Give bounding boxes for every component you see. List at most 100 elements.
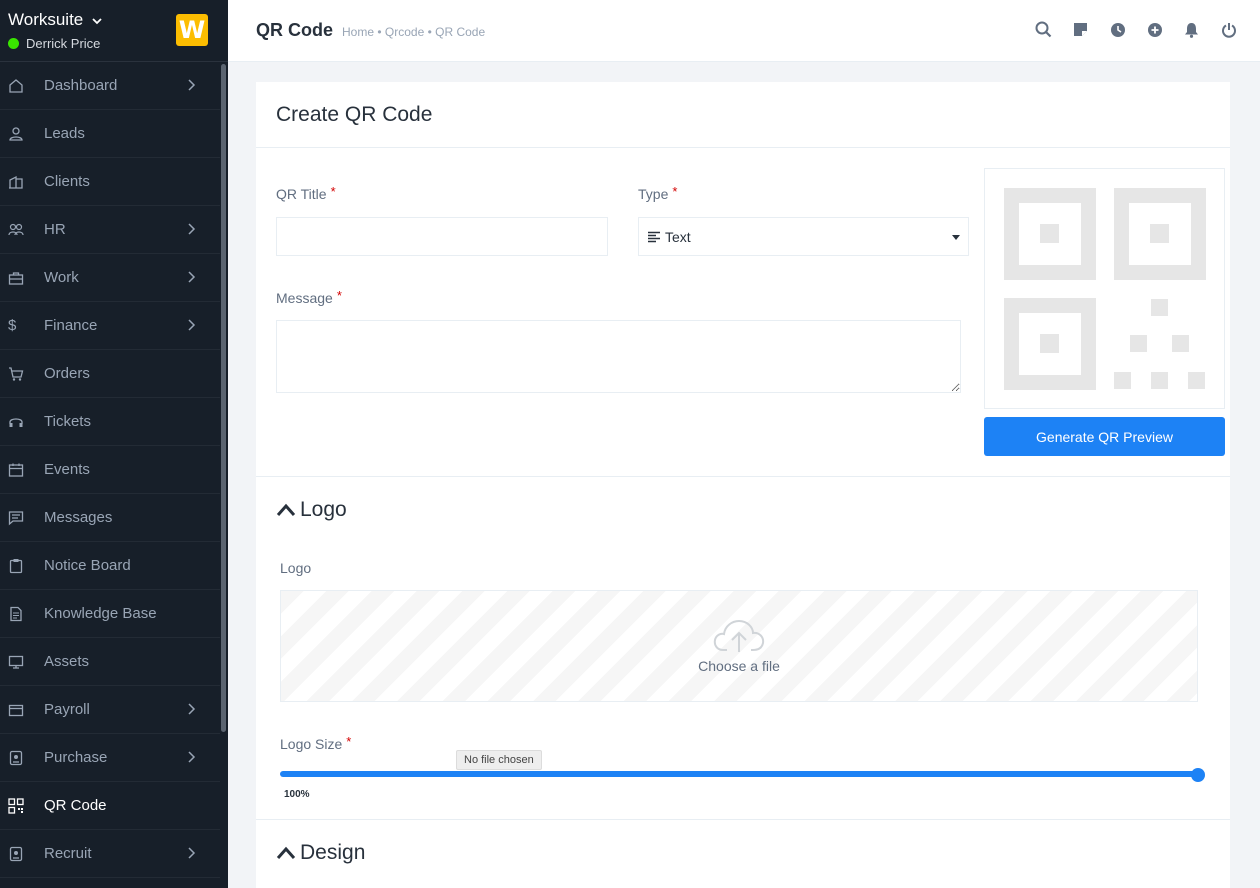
- card-header: Create QR Code: [256, 82, 1230, 148]
- sidebar-item-finance[interactable]: $ Finance: [0, 302, 220, 350]
- sidebar-scrollbar[interactable]: [220, 62, 228, 888]
- file-tooltip: No file chosen: [456, 750, 542, 770]
- sidebar-item-dashboard[interactable]: Dashboard: [0, 62, 220, 110]
- sidebar: Worksuite Derrick Price W Dashboard Lead…: [0, 0, 228, 888]
- wallet-icon: [0, 702, 44, 718]
- online-status-icon: [8, 38, 19, 49]
- chevron-right-icon: [188, 271, 196, 283]
- logo-size-slider[interactable]: [280, 771, 1198, 777]
- chevron-right-icon: [188, 319, 196, 331]
- logo-section-toggle[interactable]: Logo: [256, 476, 1230, 542]
- type-select[interactable]: Text: [638, 217, 969, 256]
- calendar-icon: [0, 462, 44, 478]
- clock-icon[interactable]: [1108, 20, 1127, 39]
- sidebar-item-hr[interactable]: HR: [0, 206, 220, 254]
- sticky-note-icon[interactable]: [1071, 20, 1090, 39]
- generate-qr-preview-button[interactable]: Generate QR Preview: [984, 417, 1225, 456]
- message-label: Message *: [276, 288, 342, 306]
- user-icon: [0, 126, 44, 142]
- sidebar-item-leads[interactable]: Leads: [0, 110, 220, 158]
- bell-icon[interactable]: [1182, 20, 1201, 39]
- cloud-upload-icon: [713, 619, 765, 652]
- people-icon: [0, 222, 44, 238]
- type-label-text: Type: [638, 186, 669, 202]
- sidebar-item-label: Messages: [44, 509, 113, 526]
- plus-circle-icon[interactable]: [1145, 20, 1164, 39]
- sidebar-item-label: Assets: [44, 653, 90, 670]
- sidebar-item-tickets[interactable]: Tickets: [0, 398, 220, 446]
- sidebar-item-messages[interactable]: Messages: [0, 494, 220, 542]
- text-align-icon: [648, 231, 660, 242]
- sidebar-item-label: QR Code: [44, 797, 107, 814]
- sidebar-item-label: Clients: [44, 173, 90, 190]
- header-actions: [1034, 20, 1238, 39]
- sidebar-item-assets[interactable]: Assets: [0, 638, 220, 686]
- building-icon: [0, 174, 44, 190]
- logo-size-slider-handle[interactable]: [1191, 768, 1205, 782]
- qr-title-label-text: QR Title: [276, 186, 327, 202]
- document-icon: [0, 606, 44, 622]
- card-title: Create QR Code: [276, 102, 433, 126]
- clipboard-icon: [0, 558, 44, 574]
- scrollbar-thumb[interactable]: [221, 64, 226, 732]
- design-section-heading: Design: [300, 840, 366, 864]
- id-card-icon: [0, 846, 44, 862]
- search-icon[interactable]: [1034, 20, 1053, 39]
- logo-section-heading: Logo: [300, 497, 347, 521]
- sidebar-item-qr-code[interactable]: QR Code: [0, 782, 220, 830]
- page-title: QR Code: [256, 20, 334, 40]
- sidebar-item-purchase[interactable]: Purchase: [0, 734, 220, 782]
- sidebar-item-label: Tickets: [44, 413, 91, 430]
- user-name: Derrick Price: [26, 36, 101, 51]
- qr-placeholder-image: [1004, 188, 1206, 390]
- badge-icon: [0, 750, 44, 766]
- chevron-up-icon: [276, 503, 296, 516]
- power-icon[interactable]: [1219, 20, 1238, 39]
- logo-label: Logo: [280, 560, 312, 576]
- qr-title-label: QR Title *: [276, 184, 336, 202]
- sidebar-item-label: Knowledge Base: [44, 605, 157, 622]
- sidebar-item-clients[interactable]: Clients: [0, 158, 220, 206]
- logo-size-label: Logo Size *: [280, 734, 352, 752]
- dropzone-text: Choose a file: [698, 658, 780, 674]
- company-logo: W: [176, 14, 208, 46]
- type-select-value: Text: [665, 228, 691, 245]
- sidebar-item-notice-board[interactable]: Notice Board: [0, 542, 220, 590]
- design-section-toggle[interactable]: Design: [256, 819, 1230, 885]
- sidebar-item-recruit[interactable]: Recruit: [0, 830, 220, 878]
- sidebar-item-events[interactable]: Events: [0, 446, 220, 494]
- qr-preview: [984, 168, 1225, 409]
- sidebar-item-label: Leads: [44, 125, 85, 142]
- home-icon: [0, 78, 44, 94]
- chevron-right-icon: [188, 223, 196, 235]
- qr-title-input[interactable]: [276, 217, 608, 256]
- type-label: Type *: [638, 184, 678, 202]
- sidebar-item-orders[interactable]: Orders: [0, 350, 220, 398]
- message-textarea[interactable]: [276, 320, 961, 393]
- sidebar-item-label: Events: [44, 461, 90, 478]
- sidebar-item-payroll[interactable]: Payroll: [0, 686, 220, 734]
- sidebar-menu: Dashboard Leads Clients HR Work $ Financ…: [0, 62, 220, 878]
- chevron-right-icon: [188, 703, 196, 715]
- chevron-right-icon: [188, 751, 196, 763]
- headset-icon: [0, 414, 44, 430]
- breadcrumb: Home • Qrcode • QR Code: [342, 24, 486, 39]
- chevron-up-icon: [276, 846, 296, 859]
- logo-size-label-text: Logo Size: [280, 736, 343, 752]
- required-marker: *: [672, 184, 678, 199]
- create-qr-card: Create QR Code QR Title * Type * Text Mess…: [256, 82, 1230, 888]
- brand-header: Worksuite Derrick Price W: [0, 0, 228, 62]
- sidebar-item-label: Orders: [44, 365, 90, 382]
- chevron-right-icon: [188, 847, 196, 859]
- required-marker: *: [336, 288, 342, 303]
- briefcase-icon: [0, 270, 44, 286]
- dollar-icon: $: [8, 317, 17, 334]
- sidebar-item-work[interactable]: Work: [0, 254, 220, 302]
- required-marker: *: [330, 184, 336, 199]
- logo-dropzone[interactable]: Choose a file: [280, 590, 1198, 702]
- qr-icon: [0, 797, 44, 814]
- monitor-icon: [0, 654, 44, 670]
- top-header: QR Code Home • Qrcode • QR Code: [228, 0, 1260, 62]
- required-marker: *: [346, 734, 352, 749]
- sidebar-item-knowledge-base[interactable]: Knowledge Base: [0, 590, 220, 638]
